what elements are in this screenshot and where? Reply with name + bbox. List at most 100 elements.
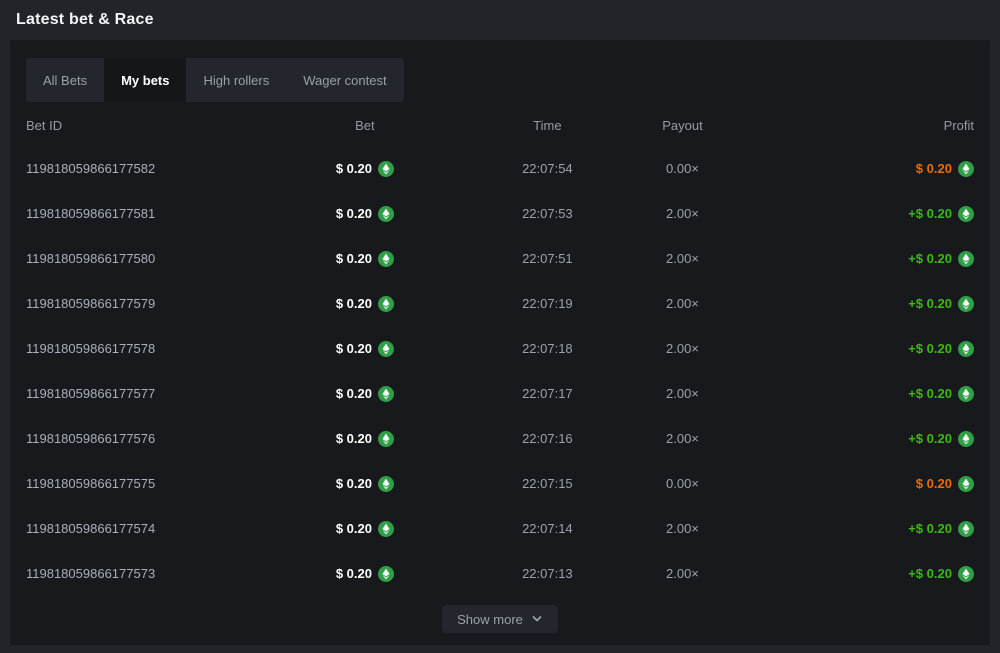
col-header-time: Time bbox=[476, 118, 618, 133]
bet-payout: 2.00× bbox=[618, 206, 746, 221]
bet-id: 119818059866177573 bbox=[26, 566, 254, 581]
coin-icon bbox=[378, 386, 394, 402]
coin-icon bbox=[378, 251, 394, 267]
table-row[interactable]: 119818059866177577 $ 0.20 22:07:17 2.00×… bbox=[26, 371, 974, 416]
bet-payout: 2.00× bbox=[618, 566, 746, 581]
table-row[interactable]: 119818059866177574 $ 0.20 22:07:14 2.00×… bbox=[26, 506, 974, 551]
bet-id: 119818059866177579 bbox=[26, 296, 254, 311]
show-more-container: Show more bbox=[26, 605, 974, 633]
bet-id: 119818059866177581 bbox=[26, 206, 254, 221]
bet-cell: $ 0.20 bbox=[254, 386, 477, 402]
bet-id: 119818059866177577 bbox=[26, 386, 254, 401]
coin-icon bbox=[958, 431, 974, 447]
bet-amount: $ 0.20 bbox=[336, 476, 372, 491]
bet-cell: $ 0.20 bbox=[254, 161, 477, 177]
table-body: 119818059866177582 $ 0.20 22:07:54 0.00×… bbox=[26, 146, 974, 596]
tab-all-bets[interactable]: All Bets bbox=[26, 58, 104, 102]
bet-payout: 0.00× bbox=[618, 161, 746, 176]
bet-amount: $ 0.20 bbox=[336, 161, 372, 176]
bet-cell: $ 0.20 bbox=[254, 521, 477, 537]
bet-payout: 0.00× bbox=[618, 476, 746, 491]
table-row[interactable]: 119818059866177580 $ 0.20 22:07:51 2.00×… bbox=[26, 236, 974, 281]
coin-icon bbox=[958, 521, 974, 537]
bet-amount: $ 0.20 bbox=[336, 431, 372, 446]
profit-cell: +$ 0.20 bbox=[746, 386, 974, 402]
coin-icon bbox=[958, 341, 974, 357]
bet-amount: $ 0.20 bbox=[336, 386, 372, 401]
bet-id: 119818059866177582 bbox=[26, 161, 254, 176]
col-header-profit: Profit bbox=[746, 118, 974, 133]
bet-payout: 2.00× bbox=[618, 521, 746, 536]
page-title: Latest bet & Race bbox=[16, 11, 154, 29]
profit-cell: $ 0.20 bbox=[746, 161, 974, 177]
bet-id: 119818059866177574 bbox=[26, 521, 254, 536]
coin-icon bbox=[958, 206, 974, 222]
titlebar: Latest bet & Race bbox=[0, 0, 1000, 40]
profit-amount: +$ 0.20 bbox=[908, 251, 952, 266]
table-row[interactable]: 119818059866177581 $ 0.20 22:07:53 2.00×… bbox=[26, 191, 974, 236]
coin-icon bbox=[958, 476, 974, 492]
bet-time: 22:07:16 bbox=[476, 431, 618, 446]
profit-amount: +$ 0.20 bbox=[908, 431, 952, 446]
bet-payout: 2.00× bbox=[618, 251, 746, 266]
show-more-label: Show more bbox=[457, 612, 523, 627]
profit-amount: +$ 0.20 bbox=[908, 296, 952, 311]
profit-cell: +$ 0.20 bbox=[746, 206, 974, 222]
show-more-button[interactable]: Show more bbox=[442, 605, 558, 633]
table-row[interactable]: 119818059866177582 $ 0.20 22:07:54 0.00×… bbox=[26, 146, 974, 191]
profit-cell: +$ 0.20 bbox=[746, 521, 974, 537]
bet-cell: $ 0.20 bbox=[254, 206, 477, 222]
profit-cell: $ 0.20 bbox=[746, 476, 974, 492]
bet-time: 22:07:53 bbox=[476, 206, 618, 221]
bet-payout: 2.00× bbox=[618, 341, 746, 356]
col-header-payout: Payout bbox=[618, 118, 746, 133]
bet-time: 22:07:51 bbox=[476, 251, 618, 266]
profit-cell: +$ 0.20 bbox=[746, 431, 974, 447]
bet-payout: 2.00× bbox=[618, 431, 746, 446]
bet-amount: $ 0.20 bbox=[336, 206, 372, 221]
bet-cell: $ 0.20 bbox=[254, 431, 477, 447]
tab-wager-contest[interactable]: Wager contest bbox=[286, 58, 403, 102]
coin-icon bbox=[958, 386, 974, 402]
bet-amount: $ 0.20 bbox=[336, 566, 372, 581]
bet-time: 22:07:17 bbox=[476, 386, 618, 401]
profit-cell: +$ 0.20 bbox=[746, 566, 974, 582]
bet-time: 22:07:18 bbox=[476, 341, 618, 356]
bet-payout: 2.00× bbox=[618, 296, 746, 311]
tab-my-bets[interactable]: My bets bbox=[104, 58, 186, 102]
bet-time: 22:07:15 bbox=[476, 476, 618, 491]
bet-time: 22:07:14 bbox=[476, 521, 618, 536]
bet-cell: $ 0.20 bbox=[254, 341, 477, 357]
bet-id: 119818059866177580 bbox=[26, 251, 254, 266]
profit-cell: +$ 0.20 bbox=[746, 251, 974, 267]
coin-icon bbox=[378, 476, 394, 492]
bet-amount: $ 0.20 bbox=[336, 341, 372, 356]
table-row[interactable]: 119818059866177579 $ 0.20 22:07:19 2.00×… bbox=[26, 281, 974, 326]
bet-amount: $ 0.20 bbox=[336, 296, 372, 311]
bet-cell: $ 0.20 bbox=[254, 566, 477, 582]
profit-amount: +$ 0.20 bbox=[908, 386, 952, 401]
table-row[interactable]: 119818059866177578 $ 0.20 22:07:18 2.00×… bbox=[26, 326, 974, 371]
profit-amount: +$ 0.20 bbox=[908, 521, 952, 536]
coin-icon bbox=[958, 251, 974, 267]
profit-cell: +$ 0.20 bbox=[746, 341, 974, 357]
coin-icon bbox=[958, 566, 974, 582]
bet-amount: $ 0.20 bbox=[336, 251, 372, 266]
bet-cell: $ 0.20 bbox=[254, 476, 477, 492]
bet-payout: 2.00× bbox=[618, 386, 746, 401]
coin-icon bbox=[378, 206, 394, 222]
tab-high-rollers[interactable]: High rollers bbox=[186, 58, 286, 102]
bet-id: 119818059866177578 bbox=[26, 341, 254, 356]
latest-bets-panel: All Bets My bets High rollers Wager cont… bbox=[10, 40, 990, 645]
profit-amount: $ 0.20 bbox=[916, 161, 952, 176]
bet-id: 119818059866177575 bbox=[26, 476, 254, 491]
bet-time: 22:07:13 bbox=[476, 566, 618, 581]
bet-time: 22:07:19 bbox=[476, 296, 618, 311]
table-row[interactable]: 119818059866177576 $ 0.20 22:07:16 2.00×… bbox=[26, 416, 974, 461]
bet-id: 119818059866177576 bbox=[26, 431, 254, 446]
table-row[interactable]: 119818059866177573 $ 0.20 22:07:13 2.00×… bbox=[26, 551, 974, 596]
table-row[interactable]: 119818059866177575 $ 0.20 22:07:15 0.00×… bbox=[26, 461, 974, 506]
col-header-bet-id: Bet ID bbox=[26, 118, 254, 133]
coin-icon bbox=[958, 296, 974, 312]
bet-cell: $ 0.20 bbox=[254, 251, 477, 267]
